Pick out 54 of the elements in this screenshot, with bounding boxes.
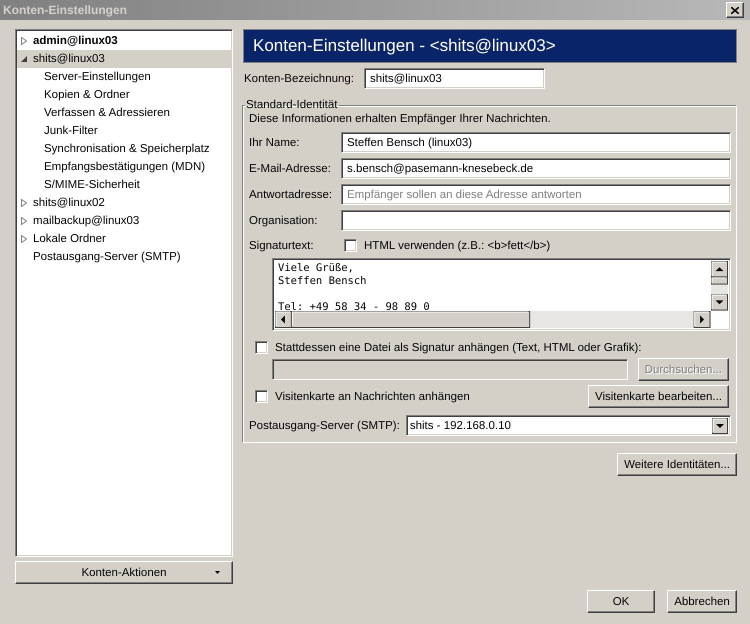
checkbox[interactable] xyxy=(344,239,357,252)
text-field[interactable]: Steffen Bensch (linux03) xyxy=(341,132,731,153)
collapsed-triangle-icon[interactable] xyxy=(20,37,28,45)
field-label: E-Mail-Adresse: xyxy=(249,162,332,174)
tree-item[interactable]: Empfangsbestätigungen (MDN) xyxy=(17,158,231,176)
field-label: Antwortadresse: xyxy=(249,188,334,200)
checkbox[interactable] xyxy=(255,390,268,403)
text-field[interactable]: Empfänger sollen an diese Adresse antworten xyxy=(341,184,731,205)
text-field[interactable] xyxy=(341,210,731,231)
smtp-server-dropdown[interactable]: shits - 192.168.0.10 xyxy=(406,415,731,436)
caret-icon xyxy=(215,571,220,574)
tree-item[interactable]: Verfassen & Adressieren xyxy=(17,104,231,122)
horizontal-scrollbar[interactable] xyxy=(275,311,711,328)
tree-item[interactable]: admin@linux03 xyxy=(17,32,231,50)
tree-item[interactable]: mailbackup@linux03 xyxy=(17,212,231,230)
page-header: Konten-Einstellungen - <shits@linux03> xyxy=(243,29,737,63)
account-actions-button[interactable]: Konten-Aktionen xyxy=(15,561,233,584)
account-name-field[interactable]: shits@linux03 xyxy=(364,68,545,89)
dropdown-arrow-icon[interactable] xyxy=(712,418,728,434)
text-field[interactable]: s.bensch@pasemann-knesebeck.de xyxy=(341,158,731,179)
tree-item[interactable]: Lokale Ordner xyxy=(17,230,231,248)
dialog-button[interactable]: OK xyxy=(587,590,655,613)
collapsed-triangle-icon[interactable] xyxy=(20,235,28,243)
collapsed-triangle-icon[interactable] xyxy=(20,217,28,225)
close-button[interactable] xyxy=(726,2,744,18)
field-label: Postausgang-Server (SMTP): xyxy=(249,420,400,432)
edit-vcard-button[interactable]: Visitenkarte bearbeiten... xyxy=(588,385,729,408)
tree-item[interactable]: Kopien & Ordner xyxy=(17,86,231,104)
field-label: Konten-Bezeichnung: xyxy=(244,72,354,84)
checkbox-label[interactable]: HTML verwenden (z.B.: <b>fett</b>) xyxy=(364,240,550,252)
checkbox-label[interactable]: Stattdessen eine Datei als Signatur anhängen (Text, HTML oder Grafik): xyxy=(275,342,642,354)
description: Diese Informationen erhalten Empfänger Ihrer Nachrichten. xyxy=(249,113,552,125)
checkbox[interactable] xyxy=(255,341,268,354)
tree-item[interactable]: shits@linux03 xyxy=(17,50,231,68)
tree-item[interactable]: S/MIME-Sicherheit xyxy=(17,176,231,194)
collapsed-triangle-icon[interactable] xyxy=(20,199,28,207)
field-label: Organisation: xyxy=(249,214,318,226)
more-identities-button[interactable]: Weitere Identitäten... xyxy=(617,453,737,476)
expanded-triangle-icon[interactable] xyxy=(20,55,28,63)
signature-text-area[interactable]: Viele Grüße, Steffen Bensch Tel: +49 58 34 - 98 89 0 xyxy=(272,258,731,331)
field-label: Ihr Name: xyxy=(249,136,300,148)
signature-text: Viele Grüße, Steffen Bensch Tel: +49 58 34 - 98 89 0 xyxy=(277,261,431,311)
group-title: Standard-Identität xyxy=(245,99,338,111)
field-label: Signaturtext: xyxy=(249,240,315,252)
tree-item[interactable]: Server-Einstellungen xyxy=(17,68,231,86)
tree-item[interactable]: shits@linux02 xyxy=(17,194,231,212)
tree-item[interactable]: Junk-Filter xyxy=(17,122,231,140)
window-title: Konten-Einstellungen xyxy=(3,3,127,17)
dialog-button[interactable]: Abbrechen xyxy=(667,590,737,613)
tree-item[interactable]: Synchronisation & Speicherplatz xyxy=(17,140,231,158)
vertical-scrollbar[interactable] xyxy=(711,261,728,311)
tree-item[interactable]: Postausgang-Server (SMTP) xyxy=(17,248,231,266)
checkbox-label[interactable]: Visitenkarte an Nachrichten anhängen xyxy=(275,390,581,402)
close-icon xyxy=(731,6,739,14)
